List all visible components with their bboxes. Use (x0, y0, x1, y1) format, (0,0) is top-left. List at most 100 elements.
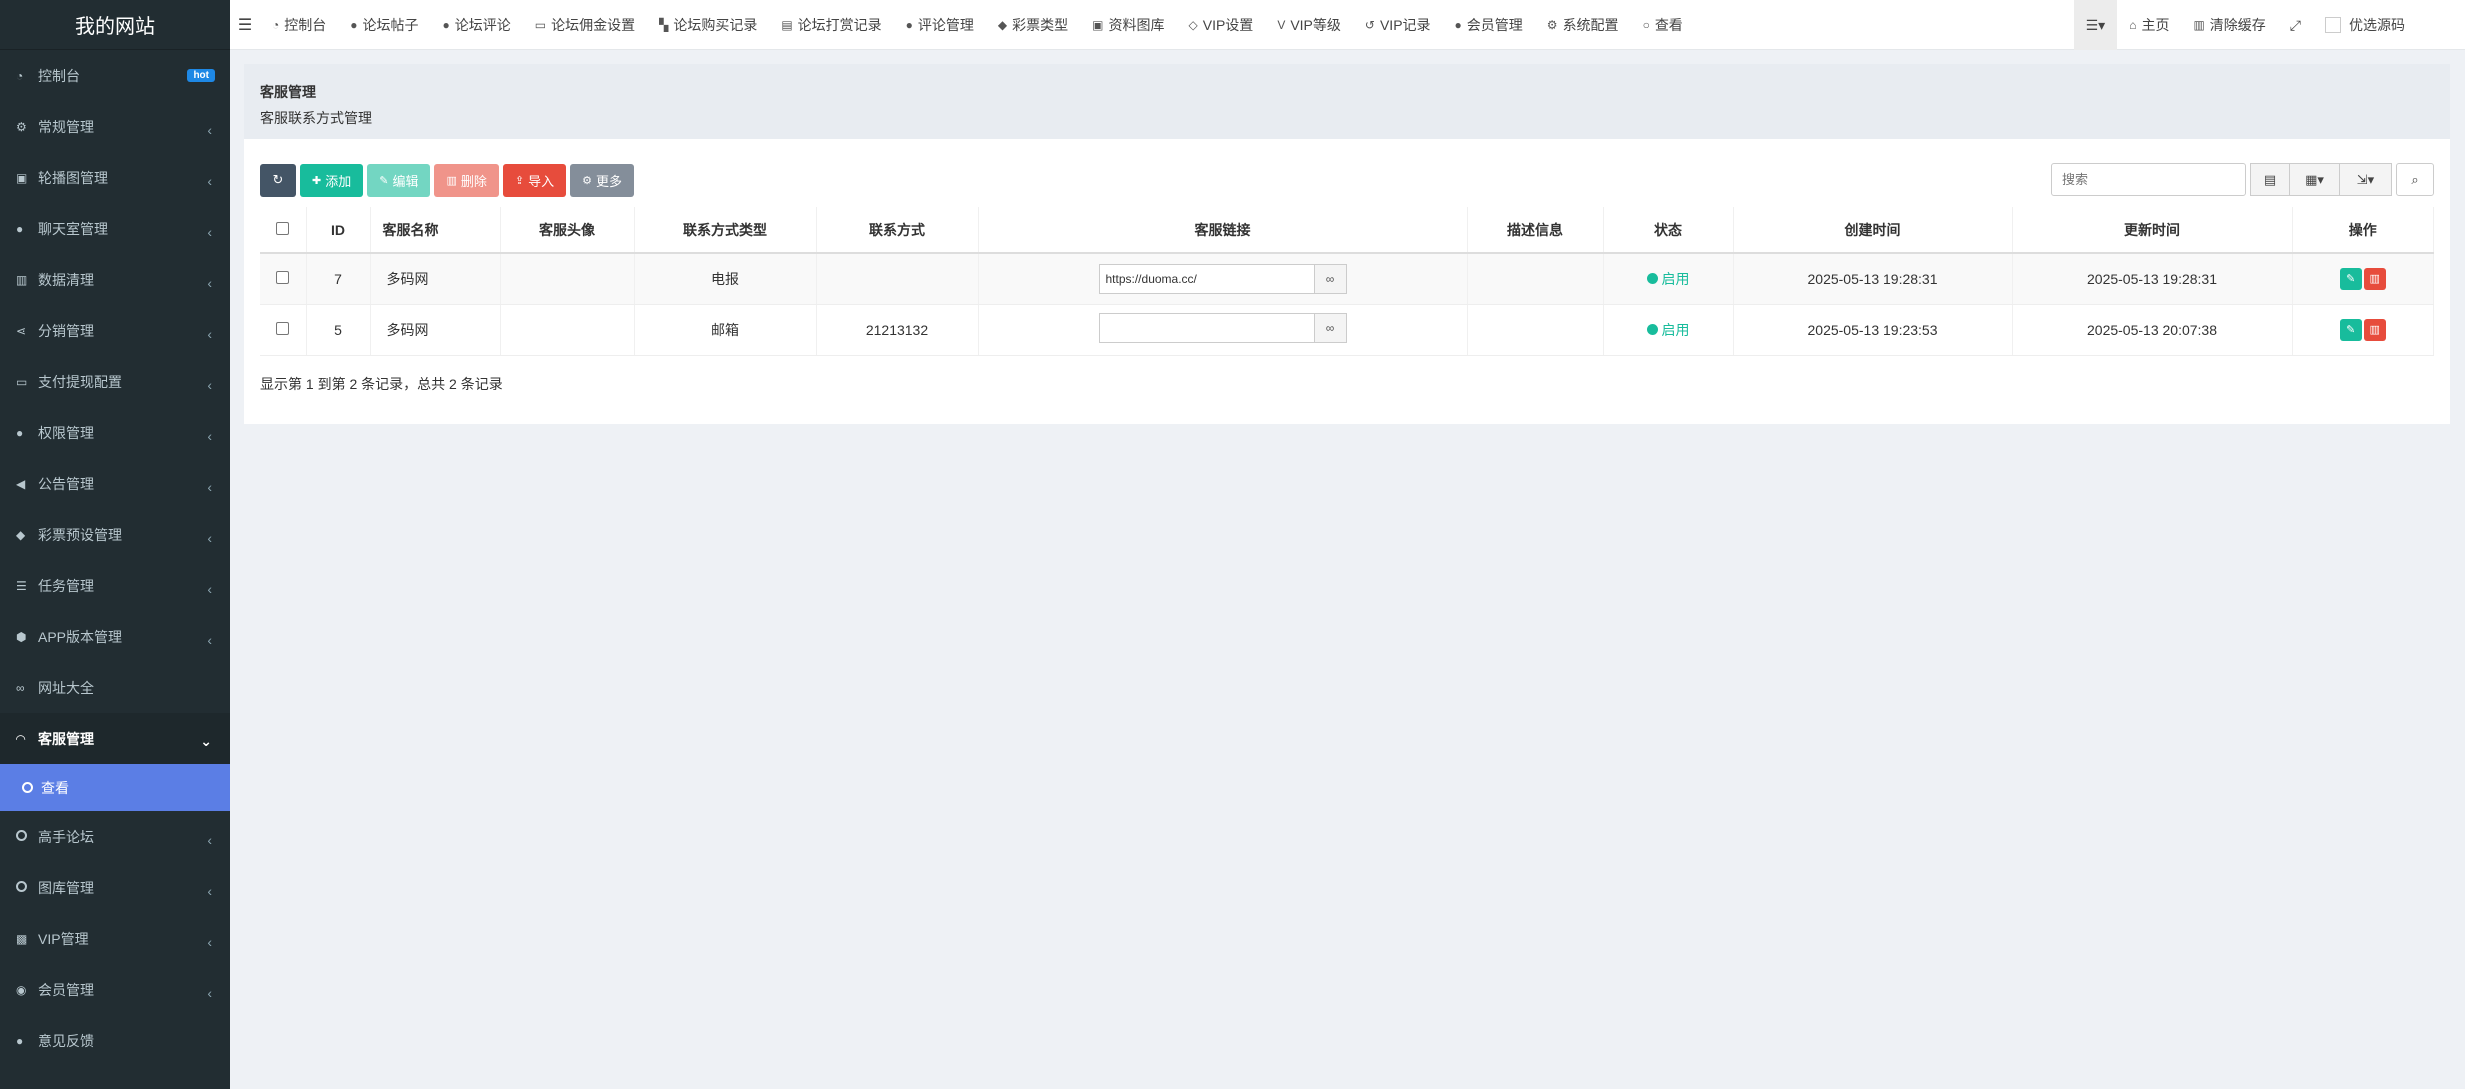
col-updated[interactable]: 更新时间 (2012, 207, 2293, 254)
top-tab[interactable]: ▤ 论坛打赏记录 (769, 0, 893, 50)
search-input[interactable] (2051, 163, 2246, 196)
row-delete-button[interactable]: ▥ (2363, 318, 2386, 341)
edit-button[interactable]: ✎ 编辑 (367, 163, 431, 197)
status-badge[interactable]: 启用 (1646, 320, 1690, 340)
select-all-checkbox[interactable] (276, 221, 290, 235)
more-button[interactable]: ⚙ 更多 (570, 163, 635, 197)
sidebar-item[interactable]: ∞ 网址大全 (0, 662, 230, 713)
row-select-cell (260, 304, 307, 356)
chevron-left-icon: ‹ (207, 172, 212, 189)
sidebar: 我的网站 ◔ 控制台 hot ⚙ 常规管理 ‹ ▣ 轮播图管理 ‹ ● 聊天室管理 ‹ ▥ 数据清理 ‹ ⋖ 分… (0, 0, 230, 1089)
sidebar-item[interactable]: ▭ 支付提现配置 ‹ (0, 356, 230, 407)
row-edit-button[interactable]: ✎ (2339, 318, 2362, 341)
trash-icon: ▥ (2369, 324, 2380, 336)
top-tab[interactable]: ● 论坛评论 (431, 0, 523, 50)
col-contact-type[interactable]: 联系方式类型 (634, 207, 817, 254)
status-badge[interactable]: 启用 (1646, 269, 1690, 289)
search-button[interactable]: ⌕ (2396, 163, 2434, 196)
col-created[interactable]: 创建时间 (1733, 207, 2013, 254)
sidebar-item[interactable]: ⬢ APP版本管理 ‹ (0, 611, 230, 662)
sidebar-item[interactable]: ● 意见反馈 (0, 1015, 230, 1066)
sidebar-item[interactable]: ● 聊天室管理 ‹ (0, 203, 230, 254)
share-icon: ⋖ (16, 323, 27, 338)
clear-cache-label: 清除缓存 (2209, 17, 2266, 33)
sidebar-item[interactable]: ⚙ 常规管理 ‹ (0, 101, 230, 152)
top-tab[interactable]: V VIP等级 (1265, 0, 1353, 50)
user-name: 优选源码 (2349, 17, 2405, 33)
sidebar-item[interactable]: ⋖ 分销管理 ‹ (0, 305, 230, 356)
sidebar-item[interactable]: ◀ 公告管理 ‹ (0, 458, 230, 509)
top-tab[interactable]: ◇ VIP设置 (1177, 0, 1266, 50)
top-tab-label: 控制台 (284, 16, 327, 33)
pencil-icon: ✎ (2346, 324, 2356, 336)
money-icon: ▭ (16, 374, 28, 389)
top-tab[interactable]: ● 论坛帖子 (338, 0, 430, 50)
link-field[interactable] (1098, 313, 1315, 343)
table-row[interactable]: 7 多码网 电报 https://duoma.cc/ ∞ 启用 2025-05-13 19:… (260, 253, 2434, 305)
sidebar-subitem-view[interactable]: 查看 (0, 764, 230, 811)
status-label: 启用 (1661, 270, 1690, 287)
sidebar-item[interactable]: ▥ 数据清理 ‹ (0, 254, 230, 305)
row-checkbox[interactable] (276, 321, 290, 335)
import-button[interactable]: ⇪ 导入 (502, 163, 567, 197)
export-button[interactable]: ⇲▾ (2340, 163, 2392, 196)
columns-button[interactable]: ▦▾ (2290, 163, 2340, 196)
clear-cache-button[interactable]: ▥ 清除缓存 (2181, 0, 2277, 50)
row-checkbox[interactable] (276, 270, 290, 284)
home-link[interactable]: ⌂ 主页 (2117, 0, 2181, 50)
link-field[interactable]: https://duoma.cc/ (1098, 263, 1315, 294)
col-link[interactable]: 客服链接 (978, 207, 1468, 254)
top-tab[interactable]: ⚙ 系统配置 (1535, 0, 1631, 50)
sidebar-item[interactable]: ▣ 轮播图管理 ‹ (0, 152, 230, 203)
sidebar-item[interactable]: 高手论坛 ‹ (0, 811, 230, 862)
row-edit-button[interactable]: ✎ (2339, 267, 2362, 290)
open-link-button[interactable]: ∞ (1314, 263, 1347, 294)
col-contact[interactable]: 联系方式 (816, 207, 979, 254)
cell-contact-type: 电报 (634, 253, 817, 305)
top-tab[interactable]: ▚ 论坛购买记录 (647, 0, 769, 50)
brand-logo[interactable]: 我的网站 (0, 0, 230, 50)
home-label: 主页 (2141, 17, 2170, 33)
toggle-view-button[interactable]: ▤ (2250, 163, 2290, 196)
table-row[interactable]: 5 多码网 邮箱 21213132 ∞ 启用 2025-05-13 19:23:53 2025… (260, 304, 2434, 356)
top-tab[interactable]: ◆ 彩票类型 (986, 0, 1080, 50)
user-menu[interactable]: 优选源码 (2313, 0, 2465, 50)
add-button[interactable]: ✚ 添加 (300, 163, 364, 197)
sidebar-item[interactable]: ☰ 任务管理 ‹ (0, 560, 230, 611)
top-tab[interactable]: ▣ 资料图库 (1080, 0, 1176, 50)
top-tab[interactable]: ○ 查看 (1631, 0, 1695, 50)
col-desc[interactable]: 描述信息 (1467, 207, 1604, 254)
col-name[interactable]: 客服名称 (370, 207, 501, 254)
fullscreen-button[interactable]: ⤢ (2278, 0, 2313, 50)
sidebar-item[interactable]: ◠ 客服管理 ⌄ (0, 713, 230, 764)
col-avatar[interactable]: 客服头像 (500, 207, 635, 254)
menu-toggle-button[interactable]: ☰▾ (2073, 0, 2118, 50)
open-link-button[interactable]: ∞ (1314, 313, 1347, 343)
top-tab[interactable]: ↺ VIP记录 (1353, 0, 1443, 50)
sidebar-toggle-button[interactable]: ☰ (230, 0, 260, 50)
top-tab[interactable]: ◔ 控制台 (260, 0, 338, 50)
col-id[interactable]: ID (306, 207, 371, 254)
cell-link: ∞ (978, 304, 1468, 356)
row-delete-button[interactable]: ▥ (2363, 267, 2386, 290)
gear-icon: ⚙ (582, 174, 592, 187)
refresh-button[interactable]: ↻ (260, 163, 296, 197)
sidebar-item[interactable]: ▩ VIP管理 ‹ (0, 913, 230, 964)
sidebar-item[interactable]: ◉ 会员管理 ‹ (0, 964, 230, 1015)
top-tab[interactable]: ● 评论管理 (894, 0, 986, 50)
sidebar-item[interactable]: ◔ 控制台 hot (0, 50, 230, 101)
delete-button[interactable]: ▥ 删除 (434, 163, 499, 197)
toolbar: ↻ ✚添加 ✎编辑 ▥删除 ⇪导入 ⚙ 更多 ▤ ▦▾ ⇲▾ ⌕ (260, 163, 2434, 197)
sidebar-item-label: 聊天室管理 (38, 220, 108, 237)
pagination-info: 显示第 1 到第 2 条记录，总共 2 条记录 (260, 375, 503, 392)
sidebar-item[interactable]: ● 权限管理 ‹ (0, 407, 230, 458)
top-tab[interactable]: ● 会员管理 (1443, 0, 1535, 50)
trash-icon: ▥ (2369, 273, 2380, 286)
dashboard-icon: ◔ (272, 17, 280, 32)
page-title: 客服管理 (260, 84, 316, 100)
sidebar-item[interactable]: 图库管理 ‹ (0, 862, 230, 913)
pencil-icon: ✎ (2346, 273, 2356, 286)
sidebar-item[interactable]: ◆ 彩票预设管理 ‹ (0, 509, 230, 560)
col-status[interactable]: 状态 (1603, 207, 1734, 254)
top-tab[interactable]: ▭ 论坛佣金设置 (523, 0, 647, 50)
